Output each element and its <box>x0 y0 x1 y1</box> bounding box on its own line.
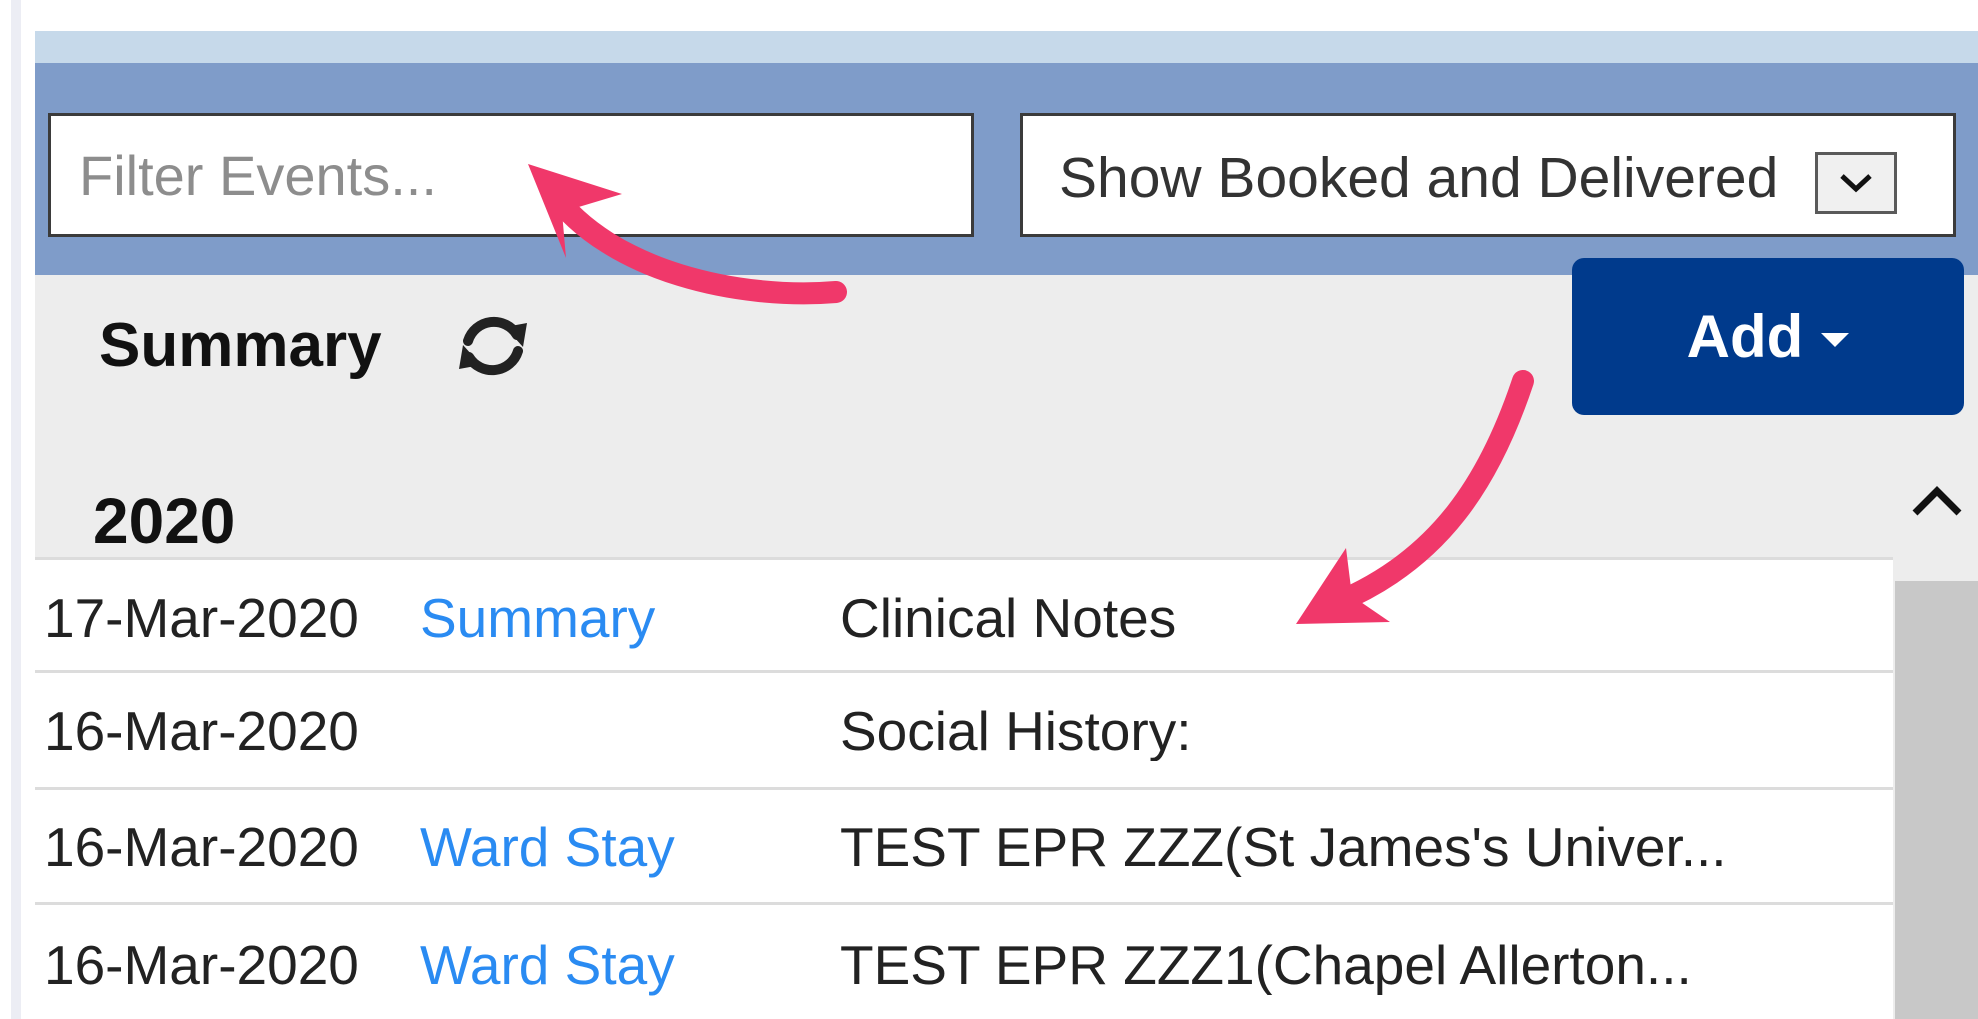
scrollbar-thumb[interactable] <box>1895 581 1978 1019</box>
events-panel: Show Booked and Delivered Summary Add 20… <box>35 31 1978 1019</box>
event-row[interactable]: 16-Mar-2020 Ward Stay TEST EPR ZZZ1(Chap… <box>35 902 1893 1019</box>
event-row[interactable]: 16-Mar-2020 Ward Stay TEST EPR ZZZ(St Ja… <box>35 787 1893 902</box>
scrollbar[interactable] <box>1895 421 1978 1019</box>
event-description: TEST EPR ZZZ(St James's Univer... <box>840 817 1727 877</box>
event-description: Clinical Notes <box>840 588 1177 648</box>
top-strip <box>35 31 1978 63</box>
event-date: 17-Mar-2020 <box>44 587 359 649</box>
event-type-link[interactable]: Ward Stay <box>420 935 675 995</box>
left-border <box>11 0 21 1019</box>
year-group-heading: 2020 <box>93 485 236 557</box>
event-type-link[interactable]: Ward Stay <box>420 817 675 877</box>
filter-events-input[interactable] <box>48 113 974 237</box>
filter-bar: Show Booked and Delivered <box>35 63 1978 275</box>
event-row[interactable]: 16-Mar-2020 Social History: <box>35 670 1893 787</box>
add-button[interactable]: Add <box>1572 258 1964 415</box>
caret-down-icon <box>1821 332 1850 347</box>
summary-title: Summary <box>99 311 382 380</box>
event-type-link[interactable]: Summary <box>420 588 655 648</box>
show-events-select[interactable]: Show Booked and Delivered <box>1020 113 1956 237</box>
chevron-up-icon[interactable] <box>1895 421 1978 581</box>
event-date: 16-Mar-2020 <box>44 934 359 996</box>
event-description: TEST EPR ZZZ1(Chapel Allerton... <box>840 935 1692 995</box>
event-row[interactable]: 17-Mar-2020 Summary Clinical Notes <box>35 557 1893 670</box>
chevron-down-icon[interactable] <box>1815 152 1897 214</box>
refresh-icon[interactable] <box>453 309 533 383</box>
event-description: Social History: <box>840 701 1192 761</box>
event-date: 16-Mar-2020 <box>44 700 359 762</box>
add-button-label: Add <box>1686 303 1804 370</box>
event-date: 16-Mar-2020 <box>44 816 359 878</box>
show-events-select-value: Show Booked and Delivered <box>1059 148 1779 208</box>
